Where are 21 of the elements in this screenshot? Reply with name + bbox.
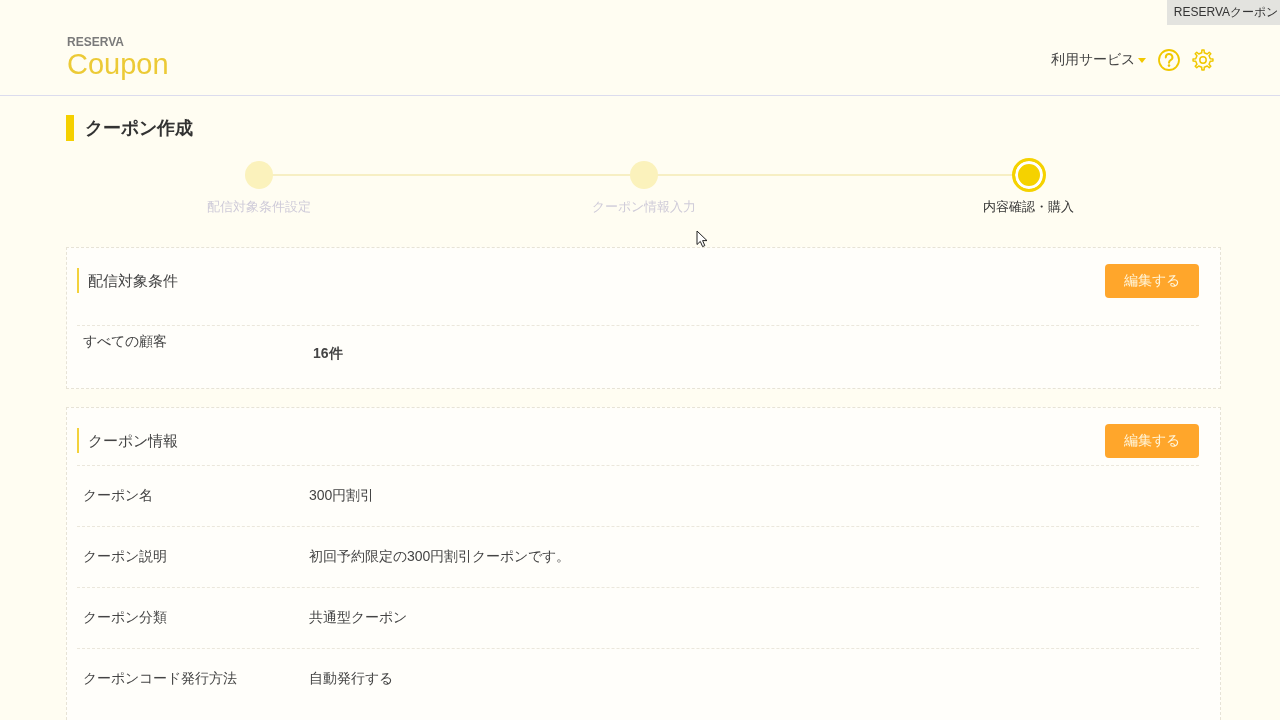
service-menu[interactable]: 利用サービス (1051, 49, 1146, 71)
field-label: クーポンコード発行方法 (83, 670, 237, 688)
settings-icon[interactable] (1192, 49, 1214, 71)
logo-brand-text: RESERVA (67, 36, 124, 49)
count-value: 16件 (313, 344, 343, 363)
field-label: クーポン名 (83, 487, 153, 505)
field-value: 300円割引 (309, 487, 375, 505)
field-label: クーポン説明 (83, 548, 167, 566)
field-value: 自動発行する (309, 670, 393, 688)
logo-product-text: Coupon (67, 49, 169, 79)
field-value: 初回予約限定の300円割引クーポンです。 (309, 548, 571, 566)
page-title: クーポン作成 (66, 115, 193, 141)
section-title: 配信対象条件 (77, 268, 178, 293)
field-label: クーポン分類 (83, 609, 167, 627)
section-title: クーポン情報 (77, 428, 178, 453)
help-icon[interactable] (1158, 49, 1180, 71)
step-label: 内容確認・購入 (983, 199, 1074, 215)
browser-tab[interactable]: RESERVAクーポン (1166, 0, 1280, 25)
field-value: 共通型クーポン (309, 609, 407, 627)
caret-icon (1138, 57, 1146, 63)
field-label: すべての顧客 (83, 332, 167, 351)
